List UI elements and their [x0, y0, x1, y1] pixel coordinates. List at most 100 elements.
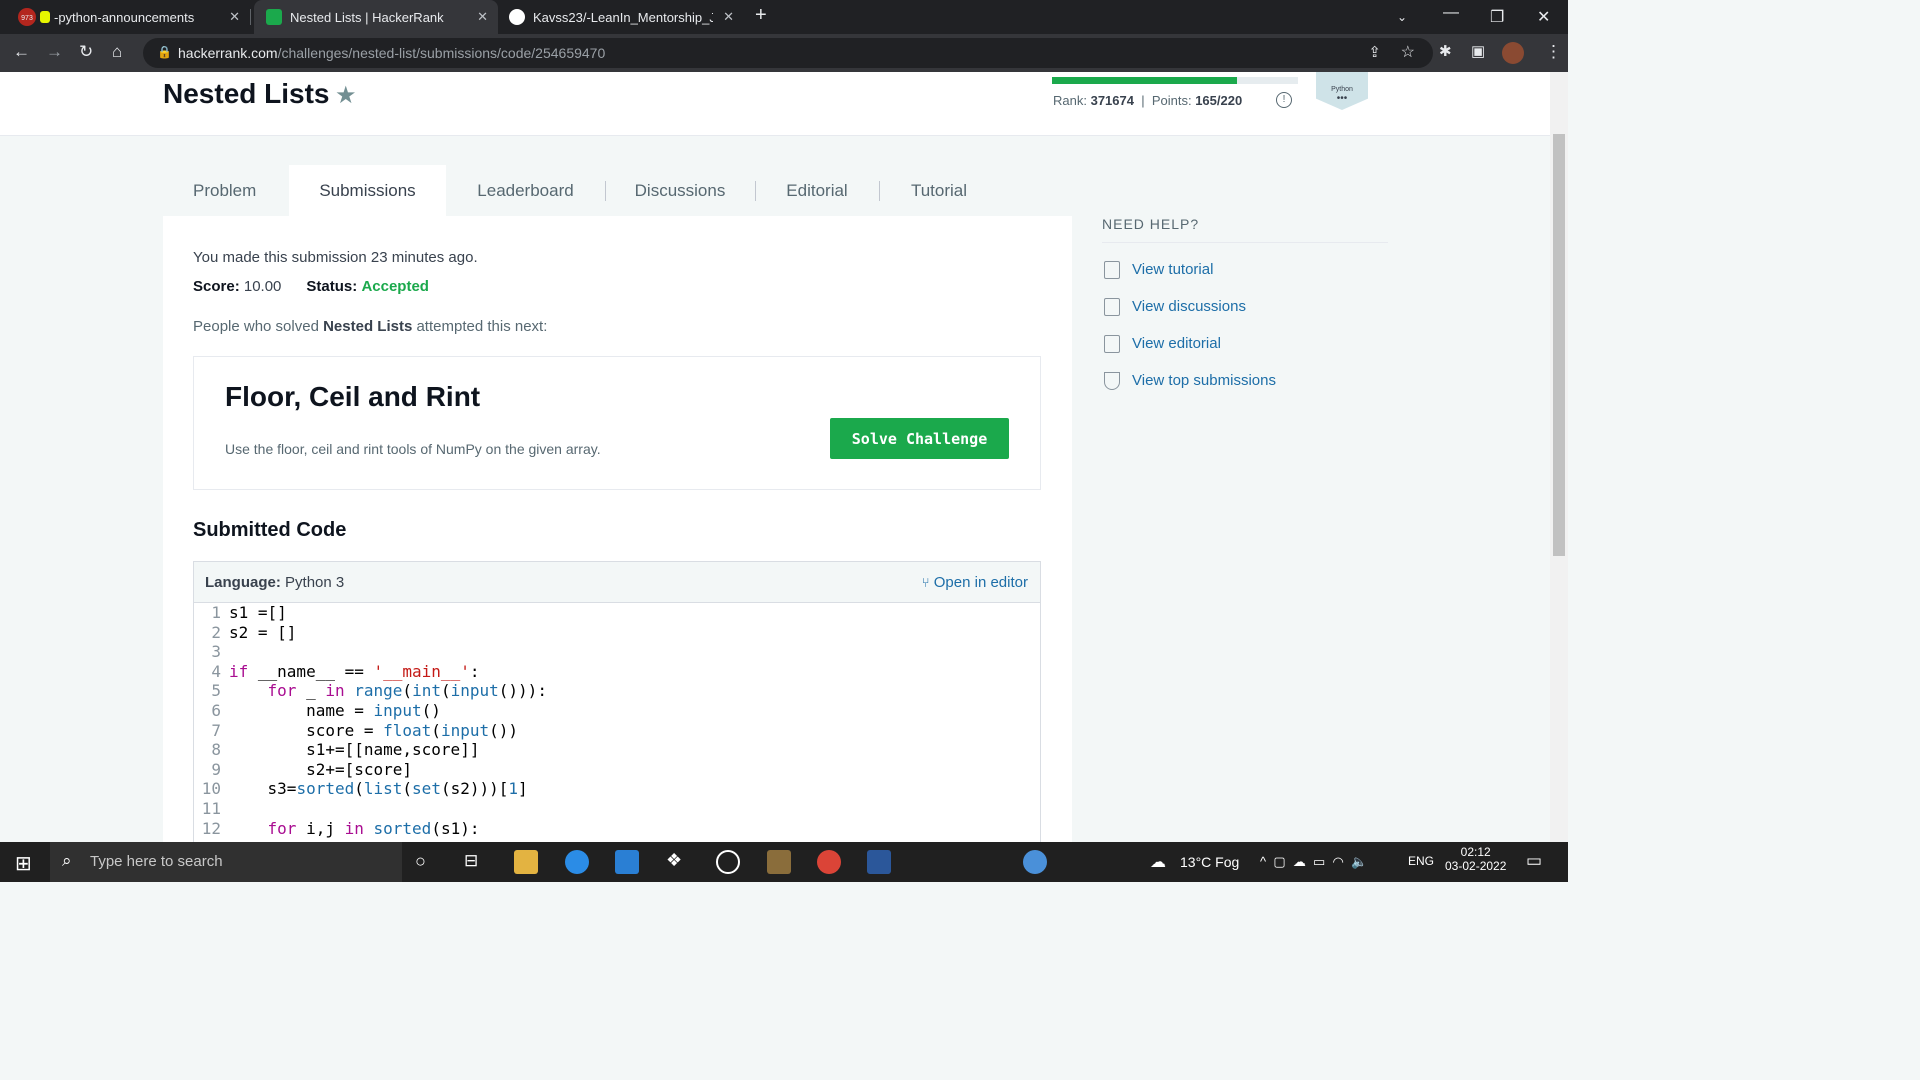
page-title: Nested Lists	[163, 78, 330, 109]
tab-search-icon[interactable]: ⌄	[1397, 10, 1407, 24]
next-challenge-description: Use the floor, ceil and rint tools of Nu…	[225, 441, 601, 457]
next-challenge-title[interactable]: Floor, Ceil and Rint	[225, 381, 480, 413]
taskbar-search[interactable]: ⌕ Type here to search	[50, 842, 402, 882]
word-icon[interactable]	[867, 850, 891, 874]
discussions-icon	[1104, 298, 1120, 316]
solve-challenge-button[interactable]: Solve Challenge	[830, 418, 1009, 459]
bookmark-star-icon[interactable]: ★	[335, 81, 357, 110]
new-tab-icon[interactable]: +	[755, 4, 767, 27]
tab-title: -python-announcements	[54, 9, 195, 25]
cortana-icon[interactable]: ○	[415, 851, 426, 872]
hackerrank-favicon-icon	[266, 9, 282, 25]
points-progress-bar	[1052, 77, 1298, 84]
clock[interactable]: 02:12 03-02-2022	[1445, 845, 1506, 873]
code-line: 1 s1 =[]	[211, 603, 287, 622]
browser-tab-python-announcements[interactable]: 973 -python-announcements ✕	[10, 0, 251, 34]
reload-icon[interactable]: ↻	[79, 42, 93, 62]
mail-icon[interactable]	[615, 850, 639, 874]
next-challenge-card: Floor, Ceil and Rint Use the floor, ceil…	[193, 356, 1041, 490]
extensions-icon[interactable]: ✱	[1439, 42, 1452, 60]
open-in-editor-link[interactable]: ⑂ Open in editor	[922, 574, 1028, 591]
code-lines: 1 s1 =[] 2 s2 = [] 3 4 if __name__ == '__main_…	[194, 603, 1040, 838]
code-line: 9 s2+=[score]	[211, 759, 413, 779]
trophy-icon	[1104, 372, 1120, 390]
github-favicon-icon	[509, 9, 525, 25]
code-line: 8 s1+=[[name,score]]	[211, 740, 480, 760]
dropbox-icon[interactable]: ❖	[666, 850, 682, 871]
search-icon: ⌕	[62, 851, 72, 870]
view-discussions-link[interactable]: View discussions	[1102, 288, 1388, 325]
editorial-icon	[1104, 335, 1120, 353]
score-status: Score: 10.00 Status: Accepted	[193, 278, 429, 295]
forward-icon[interactable]: →	[46, 42, 63, 62]
system-tray-icons[interactable]: ^ ▢ ☁ ▭ ◠ 🔈	[1260, 854, 1367, 870]
language-label: Language: Python 3	[205, 574, 345, 591]
code-line: 10 s3=sorted(list(set(s2)))[1]	[201, 779, 528, 799]
menu-icon[interactable]: ⋮	[1545, 42, 1562, 62]
tab-discussions[interactable]: Discussions	[605, 165, 756, 217]
need-help-panel: NEED HELP? View tutorial View discussion…	[1102, 216, 1388, 399]
bookmark-star-icon[interactable]: ☆	[1401, 42, 1415, 62]
python-badge[interactable]: Python •••	[1316, 72, 1368, 110]
weather-text[interactable]: 13°C Fog	[1180, 854, 1239, 870]
tab-tutorial[interactable]: Tutorial	[879, 165, 999, 217]
submitted-code-heading: Submitted Code	[193, 519, 347, 541]
side-panel-icon[interactable]: ▣	[1471, 42, 1485, 60]
tab-submissions[interactable]: Submissions	[289, 165, 446, 217]
app-icon[interactable]	[716, 850, 740, 874]
submission-card: You made this submission 23 minutes ago.…	[163, 216, 1072, 853]
browser-tab-nested-lists[interactable]: Nested Lists | HackerRank ✕	[254, 0, 498, 34]
close-window-icon[interactable]: ✕	[1537, 7, 1550, 27]
profile-avatar[interactable]	[1502, 42, 1524, 64]
weather-icon: ☁	[1150, 854, 1166, 871]
browser-tab-strip: 973 -python-announcements ✕ Nested Lists…	[0, 0, 1568, 34]
home-icon[interactable]: ⌂	[112, 42, 122, 62]
code-header: Language: Python 3 ⑂ Open in editor	[194, 562, 1040, 603]
code-line: 12 for i,j in sorted(s1):	[201, 818, 480, 838]
submission-time: You made this submission 23 minutes ago.	[193, 249, 478, 266]
status-badge: Accepted	[361, 278, 429, 295]
tab-editorial[interactable]: Editorial	[755, 165, 880, 217]
help-icon[interactable]	[1023, 850, 1047, 874]
close-tab-icon[interactable]: ✕	[723, 9, 734, 25]
minimize-icon[interactable]: —	[1443, 4, 1459, 22]
tutorial-icon	[1104, 261, 1120, 279]
close-tab-icon[interactable]: ✕	[229, 9, 240, 25]
tab-title: Nested Lists | HackerRank	[290, 9, 444, 25]
code-line: 5 for _ in range(int(input())):	[211, 681, 547, 701]
need-help-heading: NEED HELP?	[1102, 216, 1388, 243]
lock-icon: 🔒	[157, 45, 172, 59]
back-icon[interactable]: ←	[13, 42, 30, 62]
browser-tab-github[interactable]: Kavss23/-LeanIn_Mentorship_Jan ✕	[500, 0, 744, 34]
tab-leaderboard[interactable]: Leaderboard	[446, 165, 606, 217]
windows-start-icon[interactable]: ⊞	[15, 851, 32, 876]
file-explorer-icon[interactable]	[514, 850, 538, 874]
url-field[interactable]: 🔒 hackerrank.com/challenges/nested-list/…	[143, 38, 1433, 68]
branch-icon: ⑂	[921, 575, 930, 590]
close-tab-icon[interactable]: ✕	[477, 9, 488, 25]
code-line: 4 if __name__ == '__main__':	[211, 661, 480, 681]
code-line: 6 name = input()	[211, 700, 441, 720]
task-view-icon[interactable]: ⊟	[464, 851, 478, 871]
tab-title: Kavss23/-LeanIn_Mentorship_Jan	[533, 9, 713, 25]
share-icon[interactable]: ⇪	[1368, 43, 1381, 61]
challenge-header: Nested Lists ★ Rank: 371674 | Points: 16…	[0, 72, 1550, 136]
notifications-icon[interactable]: ▭	[1526, 851, 1542, 871]
address-bar-row: ← → ↻ ⌂ 🔒 hackerrank.com/challenges/nest…	[0, 34, 1568, 72]
view-editorial-link[interactable]: View editorial	[1102, 325, 1388, 362]
mpc-icon[interactable]	[767, 850, 791, 874]
info-icon[interactable]: !	[1276, 92, 1292, 108]
page-scrollbar[interactable]	[1550, 72, 1568, 842]
view-tutorial-link[interactable]: View tutorial	[1102, 251, 1388, 288]
next-challenge-intro: People who solved Nested Lists attempted…	[193, 318, 548, 335]
view-top-submissions-link[interactable]: View top submissions	[1102, 362, 1388, 399]
scrollbar-thumb[interactable]	[1553, 134, 1565, 556]
code-line: 2 s2 = []	[211, 622, 297, 642]
chrome-icon[interactable]	[817, 850, 841, 874]
rank-points: Rank: 371674 | Points: 165/220	[1053, 93, 1243, 108]
edge-icon[interactable]	[565, 850, 589, 874]
language-indicator[interactable]: ENG	[1408, 854, 1434, 868]
notification-favicon-icon: 973	[18, 8, 36, 26]
site-favicon-icon	[40, 11, 50, 23]
restore-icon[interactable]: ❐	[1490, 7, 1504, 27]
